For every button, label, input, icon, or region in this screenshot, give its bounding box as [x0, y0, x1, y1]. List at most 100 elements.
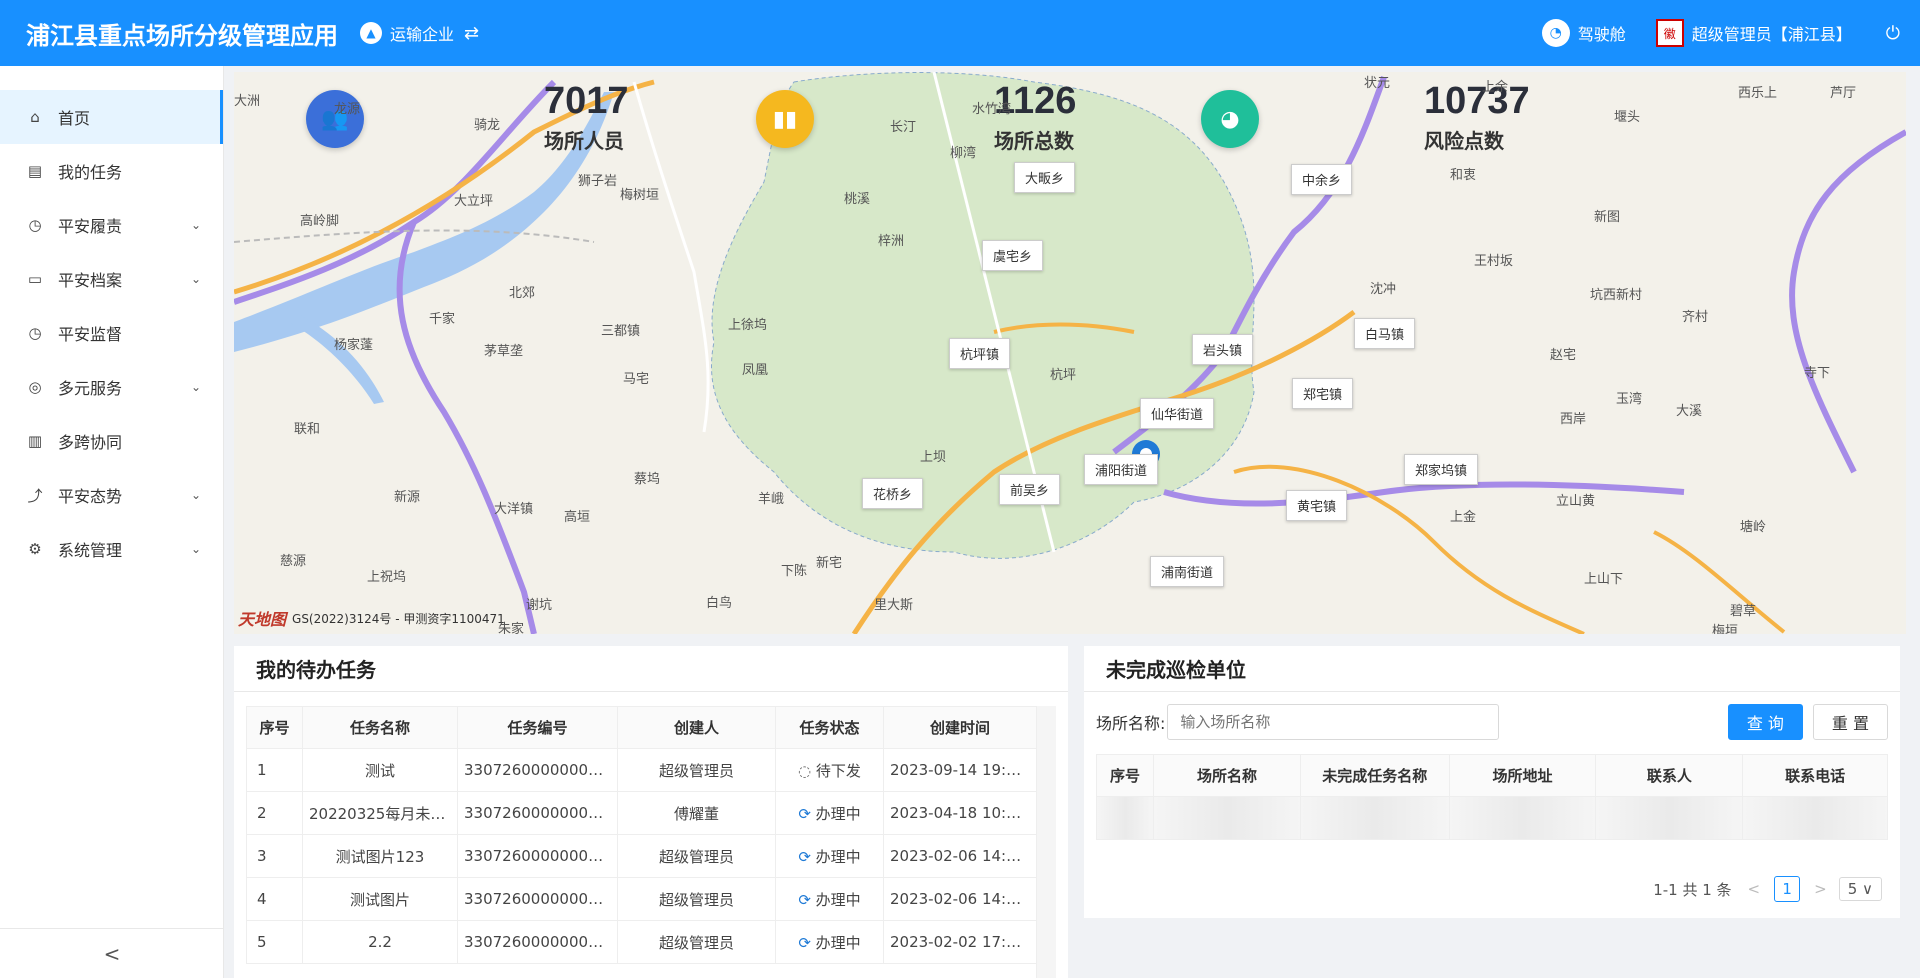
stat-label: 场所人员 [544, 129, 624, 153]
place-label: 谢坑 [526, 598, 553, 613]
stat-card: 7017 场所人员 [544, 80, 629, 154]
place-label: 碧草 [1730, 604, 1757, 619]
todo-scrollbar[interactable] [1036, 706, 1056, 978]
place-label: 大洲 [234, 94, 261, 109]
redacted-cell [1153, 796, 1301, 840]
sidebar-item[interactable]: ◎ 多元服务 ⌄ [0, 360, 223, 414]
sidebar-menu: ⌂ 首页 ▤ 我的任务 ◷ 平安履责 ⌄ ▭ 平安档案 ⌄ ◷ 平安监督 ◎ 多元服务 ⌄ ▥ 多跨协同 ⤴ 平安态… [0, 90, 223, 576]
logout-icon[interactable]: ⏻ [1886, 23, 1900, 44]
table-cell: 2.2 [302, 920, 458, 964]
sidebar-item[interactable]: ⤴ 平安态势 ⌄ [0, 468, 223, 522]
table-row[interactable]: 1测试330726000000000000超级管理员◌ 待下发2023-09-1… [246, 748, 1037, 792]
column-header: 未完成任务名称 [1299, 754, 1450, 797]
sidebar-item[interactable]: ◷ 平安监督 [0, 306, 223, 360]
place-label: 白鸟 [706, 596, 733, 611]
town-label[interactable]: 前吴乡 [999, 474, 1061, 505]
cockpit-label: 驾驶舱 [1577, 25, 1626, 44]
sidebar-item-label: 多元服务 [58, 379, 123, 398]
town-label[interactable]: 花桥乡 [862, 478, 924, 509]
town-label[interactable]: 仙华街道 [1140, 398, 1215, 429]
town-label[interactable]: 黄宅镇 [1286, 490, 1348, 521]
place-label: 塘岭 [1740, 520, 1767, 535]
sidebar-item[interactable]: ▭ 平安档案 ⌄ [0, 252, 223, 306]
clock-icon: ◷ [28, 216, 42, 234]
place-label: 杭坪 [1050, 368, 1077, 383]
place-label: 寺下 [1804, 366, 1831, 381]
prev-page-icon[interactable]: < [1748, 880, 1761, 898]
town-label[interactable]: 中余乡 [1291, 164, 1353, 195]
town-label[interactable]: 浦阳街道 [1084, 454, 1159, 485]
search-actions: 查 询 重 置 [1727, 704, 1888, 740]
town-label[interactable]: 白马镇 [1354, 318, 1416, 349]
collapse-sidebar-button[interactable]: < [0, 928, 224, 978]
swap-icon[interactable]: ⇄ [464, 23, 479, 44]
town-label[interactable]: 岩头镇 [1192, 334, 1254, 365]
town-label[interactable]: 杭坪镇 [949, 338, 1011, 369]
sidebar-item[interactable]: ⌂ 首页 [0, 90, 223, 144]
status-cell: ⟳ 办理中 [775, 920, 884, 964]
table-cell: 超级管理员 [617, 834, 776, 878]
place-label: 沈冲 [1370, 282, 1397, 297]
next-page-icon[interactable]: > [1814, 880, 1827, 898]
stat-card: 10737 风险点数 [1424, 80, 1530, 154]
sidebar-item-label: 我的任务 [58, 163, 123, 182]
stat-card: 1126 场所总数 [994, 80, 1076, 154]
sidebar-item[interactable]: ▤ 我的任务 [0, 144, 223, 198]
building-icon: ▲ [360, 22, 382, 44]
place-label: 梓洲 [878, 234, 905, 249]
sidebar-item[interactable]: ◷ 平安履责 ⌄ [0, 198, 223, 252]
place-label: 羊峨 [758, 492, 785, 507]
sync-icon: ⟳ [798, 847, 811, 866]
chart-icon: ⤴ [27, 486, 43, 505]
town-label[interactable]: 郑家坞镇 [1404, 454, 1479, 485]
bar-chart-icon: ▮▮ [756, 90, 814, 148]
column-header: 联系电话 [1742, 754, 1888, 797]
home-icon: ⌂ [30, 108, 40, 126]
sync-icon: ⟳ [798, 933, 811, 952]
table-row[interactable]: 52.2330726000000000000超级管理员⟳ 办理中2023-02-… [246, 920, 1037, 964]
stat-label: 场所总数 [994, 129, 1074, 153]
page-size-select[interactable]: 5 ∨ [1838, 877, 1882, 901]
place-label: 长汀 [890, 120, 917, 135]
query-button[interactable]: 查 询 [1727, 704, 1803, 740]
place-label: 里大斯 [874, 598, 914, 613]
table-cell: 1 [246, 748, 303, 792]
sync-icon: ⟳ [798, 804, 811, 823]
org-switch[interactable]: ▲ 运输企业 ⇄ [360, 21, 479, 45]
table-cell: 330726000000000000 [457, 920, 618, 964]
sidebar-item[interactable]: ▥ 多跨协同 [0, 414, 223, 468]
town-label[interactable]: 大畈乡 [1014, 162, 1076, 193]
town-label[interactable]: 浦南街道 [1150, 556, 1225, 587]
page-number[interactable]: 1 [1774, 876, 1801, 902]
town-label[interactable]: 虞宅乡 [982, 240, 1044, 271]
place-label: 上金 [1450, 510, 1477, 525]
user-menu[interactable]: 徽 超级管理员【浦江县】 [1655, 19, 1852, 47]
status-text: 待下发 [815, 761, 861, 780]
uninspected-table-wrapper: 序号 场所名称 未完成任务名称 场所地址 联系人 联系电话 [1095, 754, 1888, 840]
table-cell: 2023-02-06 14:20:00 [883, 877, 1037, 921]
pie-chart-icon: ◕ [1201, 90, 1259, 148]
place-label: 上余 [1482, 80, 1509, 95]
place-label: 上山下 [1584, 572, 1624, 587]
column-header: 序号 [246, 706, 303, 749]
map-view[interactable]: 天地图 GS(2022)3124号 - 甲测资字1100471 👥 7017 场所人… [234, 72, 1906, 634]
place-label: 赵宅 [1550, 348, 1577, 363]
pagination: 1-1 共 1 条 < 1 > 5 ∨ [1653, 876, 1882, 902]
map-copyright: 天地图 GS(2022)3124号 - 甲测资字1100471 [238, 606, 505, 630]
table-row[interactable]: 3测试图片123330726000000000000超级管理员⟳ 办理中2023… [246, 834, 1037, 878]
column-header: 联系人 [1595, 754, 1744, 797]
status-text: 办理中 [815, 804, 861, 823]
town-label[interactable]: 郑宅镇 [1292, 378, 1354, 409]
place-name-input[interactable] [1167, 704, 1500, 740]
reset-button[interactable]: 重 置 [1812, 704, 1888, 740]
cockpit-button[interactable]: ◔ 驾驶舱 [1541, 19, 1626, 47]
task-icon: ▤ [27, 162, 43, 180]
table-row[interactable]: 220220325每月未完成330726000000000000傅耀董⟳ 办理中… [246, 791, 1037, 835]
table-row[interactable]: 4测试图片330726000000000000超级管理员⟳ 办理中2023-02… [246, 877, 1037, 921]
table-cell: 2023-09-14 19:12:00 [883, 748, 1037, 792]
sidebar-item[interactable]: ⚙ 系统管理 ⌄ [0, 522, 223, 576]
status-cell: ⟳ 办理中 [775, 877, 884, 921]
place-label: 状元 [1364, 76, 1391, 91]
uninspected-table: 序号 场所名称 未完成任务名称 场所地址 联系人 联系电话 [1095, 754, 1888, 840]
table-cell: 5 [246, 920, 303, 964]
